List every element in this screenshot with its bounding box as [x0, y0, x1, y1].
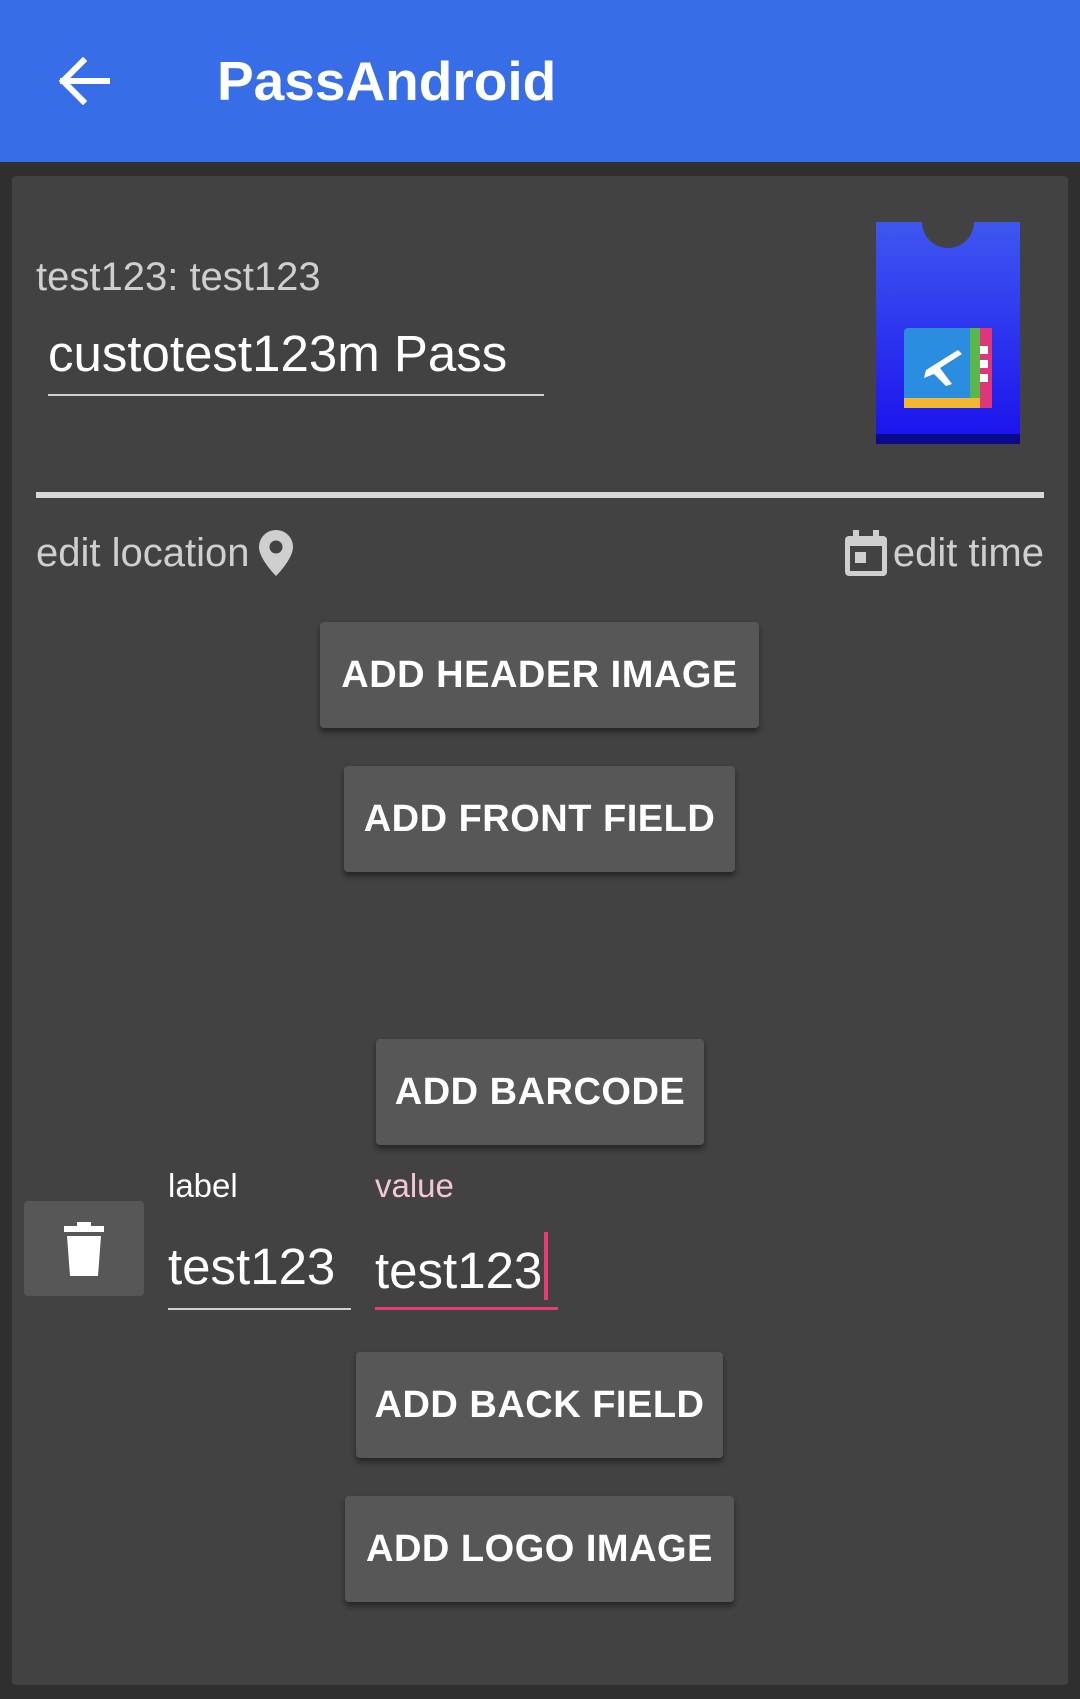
- app-bar: PassAndroid: [0, 0, 1080, 162]
- trash-icon: [64, 1221, 104, 1276]
- add-barcode-button[interactable]: ADD BARCODE: [376, 1039, 704, 1145]
- add-front-field-button[interactable]: ADD FRONT FIELD: [344, 766, 735, 872]
- pass-thumbnail[interactable]: [876, 196, 1020, 444]
- delete-field-button[interactable]: [24, 1201, 144, 1296]
- text-cursor: [544, 1232, 549, 1300]
- value-input-text: test123: [375, 1242, 543, 1299]
- app-title: PassAndroid: [217, 50, 557, 112]
- arrow-back-icon: [59, 57, 110, 105]
- label-caption: label: [168, 1167, 238, 1204]
- airplane-pass-icon: [876, 196, 1020, 444]
- edit-location-button[interactable]: edit location: [36, 525, 294, 581]
- pass-name-input[interactable]: custotest123m Pass: [48, 318, 544, 396]
- calendar-icon: [844, 530, 887, 576]
- add-back-field-button[interactable]: ADD BACK FIELD: [356, 1352, 723, 1458]
- edit-location-label: edit location: [36, 530, 250, 575]
- back-button[interactable]: [50, 46, 120, 116]
- divider: [36, 492, 1044, 498]
- pass-subtitle: test123: test123: [36, 255, 321, 299]
- add-header-image-button[interactable]: ADD HEADER IMAGE: [320, 622, 759, 728]
- add-logo-image-button[interactable]: ADD LOGO IMAGE: [345, 1496, 734, 1602]
- label-input[interactable]: test123: [168, 1232, 351, 1310]
- edit-time-label: edit time: [892, 530, 1044, 575]
- value-input[interactable]: test123: [375, 1232, 558, 1310]
- location-pin-icon: [259, 530, 294, 576]
- value-caption: value: [375, 1167, 454, 1204]
- edit-time-button[interactable]: edit time: [844, 525, 1044, 581]
